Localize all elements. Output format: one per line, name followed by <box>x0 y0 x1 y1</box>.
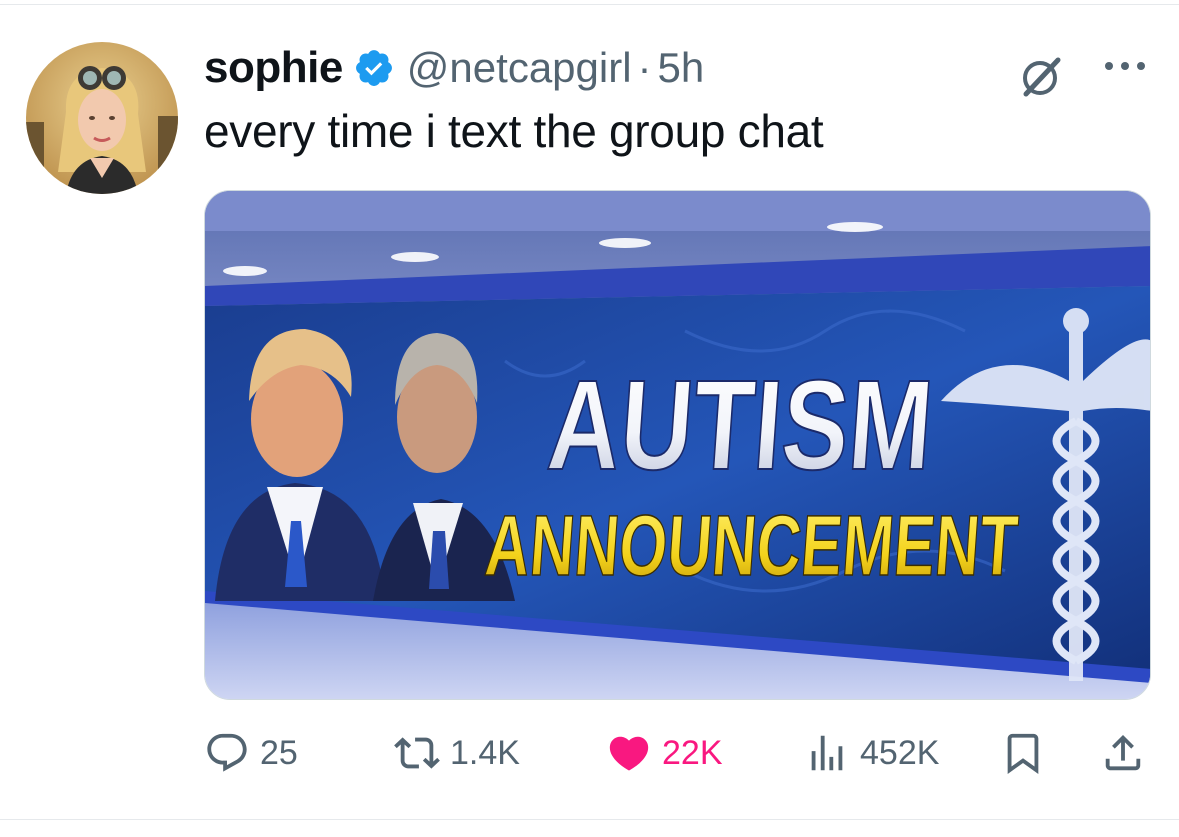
tweet-text: every time i text the group chat <box>204 105 824 157</box>
headline-autism: AUTISM <box>543 354 937 497</box>
like-count: 22K <box>662 733 723 772</box>
avatar[interactable] <box>26 42 178 194</box>
tweet-media[interactable]: AUTISM ANNOUNCEMENT <box>204 190 1151 700</box>
bookmark-icon <box>1007 733 1039 774</box>
repost-button[interactable]: 1.4K <box>394 728 520 778</box>
share-button[interactable] <box>1100 728 1146 778</box>
headline-announcement: ANNOUNCEMENT <box>482 498 1021 594</box>
repost-count: 1.4K <box>450 733 520 772</box>
reply-button[interactable]: 25 <box>204 728 298 778</box>
views-button[interactable]: 452K <box>804 728 939 778</box>
verified-badge-icon[interactable] <box>353 47 395 89</box>
share-icon <box>1105 734 1141 771</box>
timestamp[interactable]: 5h <box>658 44 705 92</box>
avatar-image <box>26 42 178 194</box>
bookmark-button[interactable] <box>1000 728 1046 778</box>
tweet-header: sophie @netcapgirl · 5h <box>204 42 704 94</box>
top-divider <box>0 4 1179 5</box>
separator-dot: · <box>637 44 652 91</box>
media-image: AUTISM ANNOUNCEMENT <box>205 191 1150 699</box>
reply-icon <box>207 733 247 772</box>
more-icon[interactable] <box>1100 54 1150 78</box>
bottom-divider <box>0 819 1179 820</box>
views-count: 452K <box>860 733 940 772</box>
views-icon <box>811 735 843 771</box>
grok-icon[interactable] <box>1016 52 1066 102</box>
heart-icon <box>609 736 649 771</box>
action-bar: 25 1.4K 22K 452K <box>204 728 1151 778</box>
like-button[interactable]: 22K <box>606 728 723 778</box>
repost-icon <box>394 737 440 769</box>
handle[interactable]: @netcapgirl <box>407 44 632 92</box>
reply-count: 25 <box>260 733 298 772</box>
display-name[interactable]: sophie <box>204 43 343 93</box>
